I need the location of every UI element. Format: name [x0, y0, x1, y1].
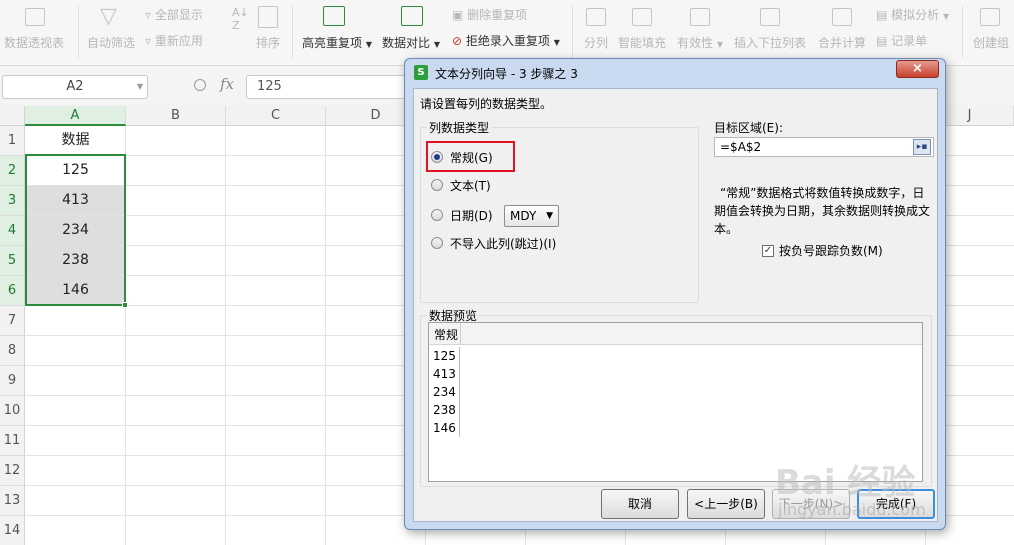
- sort-icon: [258, 6, 278, 28]
- row-header-14[interactable]: 14: [0, 516, 25, 545]
- type-description: “常规”数据格式将数值转换成数字，日期值会转换为日期，其余数据则转换成文本。: [714, 186, 931, 236]
- column-header-a[interactable]: A: [25, 106, 126, 126]
- smart-fill-button[interactable]: 智能填充: [618, 34, 666, 51]
- app-icon: S: [414, 65, 428, 80]
- consolidate-icon: [832, 8, 852, 26]
- name-box[interactable]: A2 ▼: [2, 75, 148, 99]
- column-type-group: 列数据类型 常规(G) 文本(T) 日期(D) MDY ▼ 不导入此列(跳过)(…: [420, 119, 699, 303]
- range-picker-icon[interactable]: ▸▪: [913, 139, 931, 155]
- preview-row: 413: [433, 367, 456, 381]
- cell-a1[interactable]: 数据: [26, 126, 125, 155]
- radio-general[interactable]: 常规(G): [431, 146, 493, 168]
- previous-step-button[interactable]: <上一步(B): [687, 489, 765, 519]
- record-form-button[interactable]: ▤ 记录单: [876, 32, 927, 49]
- radio-skip[interactable]: 不导入此列(跳过)(I): [431, 232, 556, 254]
- pivot-table-icon: [25, 8, 45, 26]
- date-format-select[interactable]: MDY ▼: [504, 205, 559, 227]
- baidu-watermark-url: jingyan.baidu.com: [778, 500, 926, 519]
- row-header-11[interactable]: 11: [0, 426, 25, 456]
- sort-button[interactable]: 排序: [256, 34, 280, 51]
- sort-az-icon: A↓ Z: [232, 6, 249, 32]
- validity-button[interactable]: 有效性 ▼: [677, 34, 723, 51]
- radio-text[interactable]: 文本(T): [431, 174, 491, 196]
- row-header-4[interactable]: 4: [0, 216, 25, 246]
- cancel-button[interactable]: 取消: [601, 489, 679, 519]
- row-header-10[interactable]: 10: [0, 396, 25, 426]
- close-button[interactable]: ×: [896, 60, 939, 78]
- cell-a5[interactable]: 238: [26, 246, 125, 275]
- insert-dropdown-button[interactable]: 插入下拉列表: [734, 34, 806, 51]
- chevron-down-icon: ▼: [136, 82, 143, 91]
- data-compare-icon: [401, 6, 423, 26]
- row-header-5[interactable]: 5: [0, 246, 25, 276]
- cell-a4[interactable]: 234: [26, 216, 125, 245]
- row-header-9[interactable]: 9: [0, 366, 25, 396]
- column-header-c[interactable]: C: [226, 106, 326, 126]
- highlight-duplicates-icon: [323, 6, 345, 26]
- instruction-text: 请设置每列的数据类型。: [420, 97, 553, 111]
- zoom-icon[interactable]: [194, 79, 206, 91]
- row-header-8[interactable]: 8: [0, 336, 25, 366]
- radio-icon: [431, 179, 443, 191]
- target-area-label: 目标区域(E):: [714, 121, 783, 135]
- radio-icon: [431, 237, 443, 249]
- cell-a3[interactable]: 413: [26, 186, 125, 215]
- ribbon-toolbar: 数据透视表 ▽ 自动筛选 ▿ 全部显示 ▿ 重新应用 A↓ Z 排序 高亮重复项 …: [0, 0, 1014, 66]
- target-area-input[interactable]: =$A$2 ▸▪: [714, 137, 934, 157]
- select-all-corner[interactable]: [0, 106, 25, 126]
- reapply-button[interactable]: ▿ 重新应用: [145, 32, 203, 49]
- consolidate-button[interactable]: 合并计算: [818, 34, 866, 51]
- formula-input[interactable]: 125: [246, 75, 416, 99]
- row-header-2[interactable]: 2: [0, 156, 25, 186]
- preview-row: 146: [433, 421, 456, 435]
- reject-duplicates-button[interactable]: ⊘ 拒绝录入重复项 ▼: [452, 32, 560, 49]
- smart-fill-icon: [632, 8, 652, 26]
- dialog-title: 文本分列向导 - 3 步骤之 3: [435, 67, 578, 81]
- row-header-13[interactable]: 13: [0, 486, 25, 516]
- cell-a6[interactable]: 146: [26, 276, 125, 305]
- split-columns-icon: [586, 8, 606, 26]
- preview-row: 125: [433, 349, 456, 363]
- baidu-watermark: Bai 经验: [775, 463, 916, 503]
- row-header-7[interactable]: 7: [0, 306, 25, 336]
- pivot-table-button[interactable]: 数据透视表: [4, 34, 64, 51]
- radio-date[interactable]: 日期(D): [431, 204, 493, 226]
- negative-sign-checkbox[interactable]: ✓ 按负号跟踪负数(M): [762, 242, 883, 259]
- fx-icon[interactable]: fx: [220, 75, 234, 93]
- row-header-6[interactable]: 6: [0, 276, 25, 306]
- insert-dropdown-icon: [760, 8, 780, 26]
- chevron-down-icon: ▼: [546, 211, 553, 221]
- create-group-icon: [980, 8, 1000, 26]
- preview-column: 125 413 234 238 146: [429, 347, 460, 437]
- radio-selected-icon: [431, 151, 443, 163]
- autofilter-button[interactable]: 自动筛选: [87, 34, 135, 51]
- preview-row: 234: [433, 385, 456, 399]
- simulate-analysis-button[interactable]: ▤ 模拟分析 ▼: [876, 6, 949, 23]
- funnel-icon: ▽: [100, 4, 117, 29]
- row-header-12[interactable]: 12: [0, 456, 25, 486]
- preview-header: 常规: [429, 323, 922, 345]
- show-all-button[interactable]: ▿ 全部显示: [145, 6, 203, 23]
- radio-icon: [431, 209, 443, 221]
- data-compare-button[interactable]: 数据对比 ▼: [382, 34, 440, 51]
- remove-duplicates-button[interactable]: ▣ 删除重复项: [452, 6, 527, 23]
- row-header-3[interactable]: 3: [0, 186, 25, 216]
- row-header-1[interactable]: 1: [0, 126, 25, 156]
- highlight-duplicates-button[interactable]: 高亮重复项 ▼: [302, 34, 372, 51]
- column-type-label: 列数据类型: [427, 119, 492, 136]
- reject-icon: ⊘: [452, 34, 463, 48]
- create-group-button[interactable]: 创建组: [973, 34, 1009, 51]
- validity-icon: [690, 8, 710, 26]
- preview-row: 238: [433, 403, 456, 417]
- split-columns-button[interactable]: 分列: [584, 34, 608, 51]
- checkbox-checked-icon: ✓: [762, 244, 774, 257]
- column-header-b[interactable]: B: [126, 106, 226, 126]
- cell-a2[interactable]: 125: [26, 156, 125, 185]
